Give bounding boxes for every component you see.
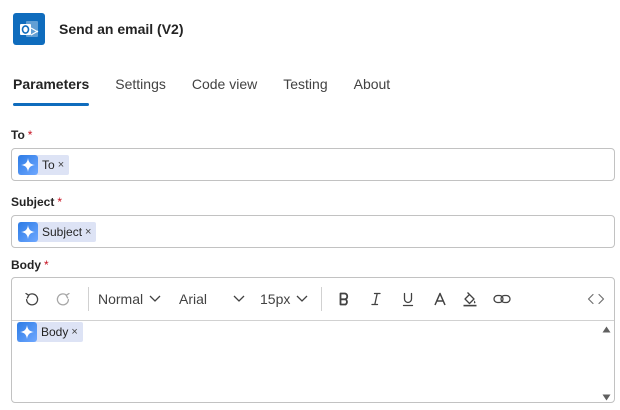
editor-scrollbar[interactable] bbox=[600, 322, 614, 402]
action-title: Send an email (V2) bbox=[59, 20, 184, 37]
tab-settings[interactable]: Settings bbox=[115, 70, 166, 106]
underline-icon[interactable] bbox=[398, 289, 418, 309]
action-header: Send an email (V2) bbox=[13, 12, 183, 45]
scroll-down-icon[interactable] bbox=[602, 394, 611, 401]
editor-toolbar: Normal Arial 15px bbox=[12, 278, 614, 321]
subject-token[interactable]: Subject × bbox=[18, 221, 97, 242]
body-token[interactable]: Body × bbox=[17, 322, 83, 342]
scroll-up-icon[interactable] bbox=[602, 326, 611, 333]
remove-token-icon[interactable]: × bbox=[85, 226, 91, 238]
redo-icon[interactable] bbox=[53, 289, 73, 309]
toolbar-divider bbox=[88, 287, 89, 311]
link-icon[interactable] bbox=[492, 289, 512, 309]
tab-about[interactable]: About bbox=[354, 70, 391, 106]
block-format-select[interactable]: Normal bbox=[98, 289, 161, 309]
body-token-label: Body bbox=[41, 325, 69, 339]
subject-field[interactable]: Subject × bbox=[11, 215, 615, 248]
subject-token-label: Subject bbox=[42, 224, 83, 239]
body-label: Body * bbox=[11, 258, 49, 272]
to-token-label: To bbox=[42, 157, 55, 172]
tab-parameters[interactable]: Parameters bbox=[13, 70, 90, 106]
remove-token-icon[interactable]: × bbox=[58, 159, 64, 171]
required-marker: * bbox=[44, 258, 49, 272]
chevron-down-icon bbox=[296, 295, 308, 302]
body-editor: Normal Arial 15px Body × bbox=[11, 277, 615, 403]
bold-icon[interactable] bbox=[334, 289, 354, 309]
tab-testing[interactable]: Testing bbox=[283, 70, 327, 106]
toolbar-divider bbox=[321, 287, 322, 311]
tab-bar: Parameters Settings Code view Testing Ab… bbox=[13, 70, 416, 106]
outlook-icon bbox=[13, 12, 45, 45]
required-marker: * bbox=[57, 195, 63, 209]
italic-icon[interactable] bbox=[366, 289, 386, 309]
font-color-icon[interactable] bbox=[430, 289, 450, 309]
tab-code-view[interactable]: Code view bbox=[192, 70, 257, 106]
body-content[interactable]: Body × bbox=[17, 322, 83, 344]
font-family-select[interactable]: Arial bbox=[179, 289, 245, 309]
sparkle-icon bbox=[18, 154, 38, 175]
required-marker: * bbox=[27, 128, 33, 142]
code-view-icon[interactable] bbox=[586, 289, 606, 309]
font-size-select[interactable]: 15px bbox=[260, 289, 308, 309]
chevron-down-icon bbox=[149, 295, 161, 302]
to-label: To * bbox=[11, 128, 33, 142]
subject-label: Subject * bbox=[11, 195, 63, 209]
to-token[interactable]: To × bbox=[18, 154, 70, 175]
chevron-down-icon bbox=[233, 295, 245, 302]
highlight-icon[interactable] bbox=[460, 289, 480, 309]
sparkle-icon bbox=[18, 221, 38, 242]
to-field[interactable]: To × bbox=[11, 148, 615, 181]
remove-token-icon[interactable]: × bbox=[71, 326, 77, 338]
undo-icon[interactable] bbox=[22, 289, 42, 309]
sparkle-icon bbox=[17, 322, 37, 342]
